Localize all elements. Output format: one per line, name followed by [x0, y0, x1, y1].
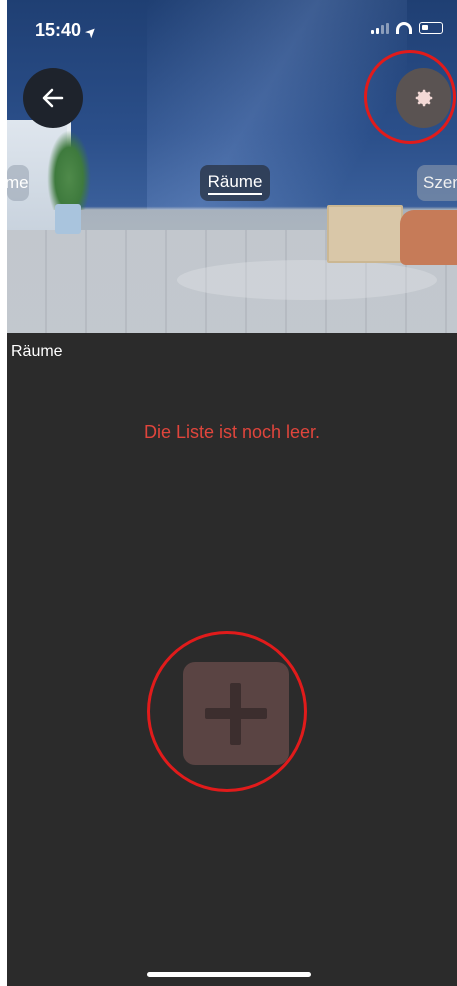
tab-previous[interactable]: me: [7, 165, 29, 201]
tab-raeume[interactable]: Räume: [200, 165, 270, 201]
tab-previous-label: me: [7, 173, 29, 192]
settings-button[interactable]: [396, 68, 451, 128]
chair-decor: [400, 210, 457, 265]
tab-raeume-label: Räume: [207, 172, 263, 195]
plant-decor: [47, 130, 91, 210]
tab-next-label: Szen: [423, 173, 457, 192]
cabinet-decor: [327, 205, 403, 263]
tab-next[interactable]: Szen: [417, 165, 457, 201]
rug-decor: [177, 260, 437, 300]
wall-light-decor: [147, 0, 407, 210]
status-time: 15:40 ➤: [35, 20, 100, 41]
status-icons: [371, 22, 443, 34]
gear-icon: [415, 89, 432, 107]
plant-pot-decor: [55, 204, 81, 234]
plus-icon-vertical: [230, 683, 241, 745]
room-header-image: 15:40 ➤ me Räume Szen: [7, 0, 457, 333]
home-indicator[interactable]: [147, 972, 311, 977]
signal-icon: [371, 22, 389, 34]
section-title: Räume: [11, 343, 63, 360]
add-room-button[interactable]: [183, 662, 289, 765]
empty-list-message: Die Liste ist noch leer.: [143, 422, 321, 442]
wifi-icon: [396, 22, 412, 34]
location-arrow-icon: ➤: [82, 23, 100, 41]
battery-icon: [419, 22, 443, 34]
app-screen: 15:40 ➤ me Räume Szen: [7, 0, 457, 986]
arrow-left-icon: [42, 88, 64, 108]
back-button[interactable]: [23, 68, 83, 128]
